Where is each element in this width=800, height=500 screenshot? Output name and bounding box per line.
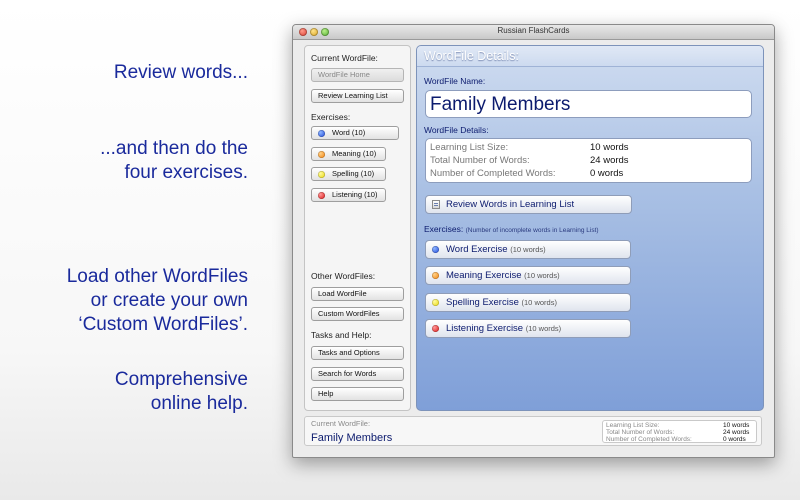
spelling-exercise-sidebar-button[interactable]: Spelling (10) bbox=[311, 167, 386, 181]
promo-line: Comprehensive bbox=[114, 369, 248, 390]
yellow-dot-icon bbox=[432, 299, 439, 306]
status-detail-value: 24 words bbox=[723, 429, 750, 436]
tasks-help-label: Tasks and Help: bbox=[311, 330, 372, 340]
red-dot-icon bbox=[318, 192, 325, 199]
word-exercise-label: Word (10) bbox=[332, 128, 366, 137]
panel-exercises-label: Exercises: (Number of incomplete words i… bbox=[424, 224, 599, 234]
wordfile-name-label: WordFile Name: bbox=[424, 76, 486, 86]
yellow-dot-icon bbox=[318, 171, 325, 178]
word-exercise-sidebar-button[interactable]: Word (10) bbox=[311, 126, 399, 140]
promo-line: ‘Custom WordFiles’. bbox=[78, 314, 248, 335]
promo-line: ...and then do the bbox=[100, 138, 248, 159]
tasks-options-button[interactable]: Tasks and Options bbox=[311, 346, 404, 360]
help-button[interactable]: Help bbox=[311, 387, 404, 401]
custom-wordfiles-button[interactable]: Custom WordFiles bbox=[311, 307, 404, 321]
promo-line: Load other WordFiles bbox=[66, 266, 248, 287]
window-title: Russian FlashCards bbox=[497, 26, 570, 35]
detail-row: Learning List Size: 10 words bbox=[430, 142, 750, 154]
title-bar[interactable]: Russian FlashCards bbox=[293, 25, 774, 40]
promo-line: Review words... bbox=[113, 62, 248, 83]
wordfile-details-box: Learning List Size: 10 words Total Numbe… bbox=[425, 138, 752, 183]
other-wordfiles-label: Other WordFiles: bbox=[311, 271, 376, 281]
wordfile-name-field: Family Members bbox=[425, 90, 752, 118]
status-bar: Current WordFile: Family Members Learnin… bbox=[304, 416, 762, 446]
spelling-exercise-button[interactable]: Spelling Exercise (10 words) bbox=[425, 293, 631, 312]
wordfile-details-label: WordFile Details: bbox=[424, 125, 489, 135]
promo-help: Comprehensive online help. bbox=[115, 368, 248, 416]
spelling-exercise-label: Spelling (10) bbox=[332, 169, 375, 178]
status-detail-value: 10 words bbox=[723, 422, 750, 429]
meaning-exercise-count: (10 words) bbox=[524, 271, 560, 280]
spelling-exercise-count: (10 words) bbox=[521, 298, 557, 307]
detail-key: Number of Completed Words: bbox=[430, 168, 556, 179]
promo-review: Review words... bbox=[114, 61, 248, 85]
promo-line: online help. bbox=[150, 393, 248, 414]
detail-value: 0 words bbox=[590, 168, 624, 179]
review-words-label: Review Words in Learning List bbox=[446, 199, 575, 210]
detail-row: Total Number of Words: 24 words bbox=[430, 155, 750, 167]
detail-row: Number of Completed Words: 0 words bbox=[430, 168, 750, 180]
meaning-exercise-title: Meaning Exercise bbox=[446, 270, 522, 281]
meaning-exercise-sidebar-button[interactable]: Meaning (10) bbox=[311, 147, 386, 161]
meaning-exercise-button[interactable]: Meaning Exercise (10 words) bbox=[425, 266, 631, 285]
list-document-icon bbox=[432, 200, 440, 209]
promo-wordfiles: Load other WordFiles or create your own … bbox=[67, 265, 248, 337]
listening-exercise-sidebar-button[interactable]: Listening (10) bbox=[311, 188, 386, 202]
promo-exercises: ...and then do the four exercises. bbox=[100, 137, 248, 185]
spelling-exercise-title: Spelling Exercise bbox=[446, 297, 519, 308]
listening-exercise-button[interactable]: Listening Exercise (10 words) bbox=[425, 319, 631, 338]
promo-line: or create your own bbox=[90, 290, 248, 311]
status-detail-row: Total Number of Words: 24 words bbox=[606, 429, 753, 436]
search-words-button[interactable]: Search for Words bbox=[311, 367, 404, 381]
detail-key: Total Number of Words: bbox=[430, 155, 530, 166]
panel-exercises-note: (Number of incomplete words in Learning … bbox=[465, 227, 599, 234]
panel-exercises-title: Exercises: bbox=[424, 224, 464, 234]
listening-exercise-count: (10 words) bbox=[525, 324, 562, 333]
panel-header: WordFile Details: bbox=[417, 46, 763, 67]
status-detail-key: Learning List Size: bbox=[606, 422, 660, 429]
word-exercise-count: (10 words) bbox=[510, 245, 546, 254]
app-window: Russian FlashCards Current WordFile: Wor… bbox=[292, 24, 775, 458]
wordfile-details-panel: WordFile Details: WordFile Name: Family … bbox=[416, 45, 764, 411]
current-wordfile-label: Current WordFile: bbox=[311, 53, 378, 63]
status-current-name: Family Members bbox=[311, 432, 393, 444]
load-wordfile-button[interactable]: Load WordFile bbox=[311, 287, 404, 301]
status-detail-key: Total Number of Words: bbox=[606, 429, 675, 436]
sidebar: Current WordFile: WordFile Home Review L… bbox=[304, 45, 411, 411]
review-words-button[interactable]: Review Words in Learning List bbox=[425, 195, 632, 214]
detail-key: Learning List Size: bbox=[430, 142, 509, 153]
word-exercise-button[interactable]: Word Exercise (10 words) bbox=[425, 240, 631, 259]
status-details-box: Learning List Size: 10 words Total Numbe… bbox=[602, 420, 757, 443]
orange-dot-icon bbox=[432, 272, 439, 279]
wordfile-name-value: Family Members bbox=[430, 94, 571, 115]
listening-exercise-title: Listening Exercise bbox=[446, 323, 524, 334]
status-current-label: Current WordFile: bbox=[311, 419, 371, 428]
meaning-exercise-label: Meaning (10) bbox=[332, 149, 377, 158]
word-exercise-title: Word Exercise bbox=[446, 244, 508, 255]
detail-value: 10 words bbox=[590, 142, 629, 153]
blue-dot-icon bbox=[432, 246, 439, 253]
detail-value: 24 words bbox=[590, 155, 629, 166]
status-detail-value: 0 words bbox=[723, 436, 746, 443]
panel-title: WordFile Details: bbox=[424, 49, 519, 63]
status-detail-row: Learning List Size: 10 words bbox=[606, 422, 753, 429]
status-detail-key: Number of Completed Words: bbox=[606, 436, 692, 443]
listening-exercise-label: Listening (10) bbox=[332, 190, 378, 199]
red-dot-icon bbox=[432, 325, 439, 332]
blue-dot-icon bbox=[318, 130, 325, 137]
wordfile-home-button[interactable]: WordFile Home bbox=[311, 68, 404, 82]
exercises-label: Exercises: bbox=[311, 112, 351, 122]
orange-dot-icon bbox=[318, 151, 325, 158]
promo-line: four exercises. bbox=[124, 162, 248, 183]
review-learning-list-button[interactable]: Review Learning List bbox=[311, 89, 404, 103]
status-detail-row: Number of Completed Words: 0 words bbox=[606, 436, 753, 443]
